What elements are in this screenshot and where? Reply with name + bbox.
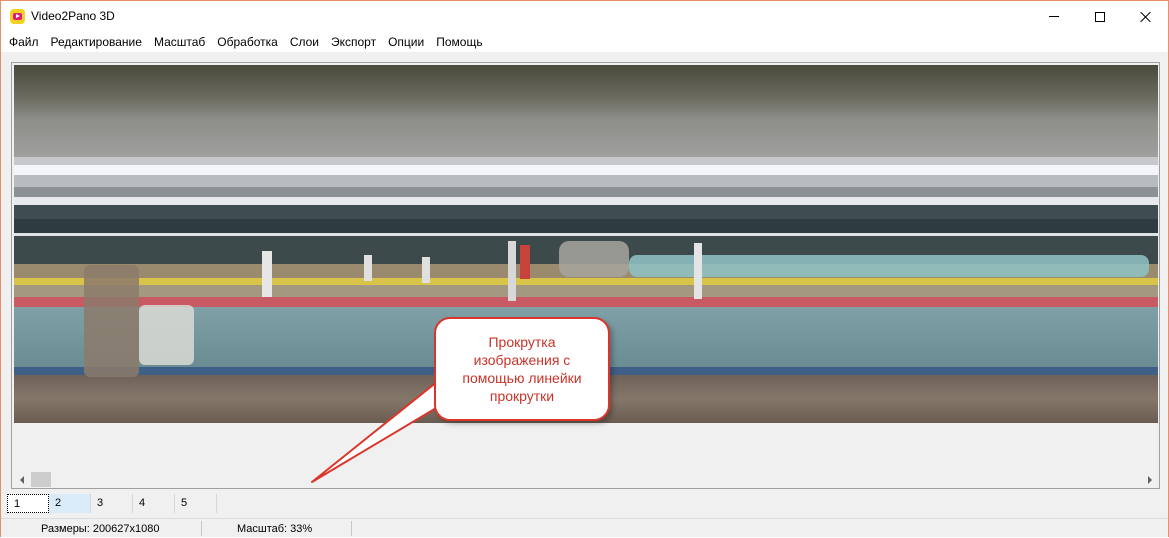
callout-text: Прокрутка изображения с помощью линейки …	[462, 334, 582, 404]
menu-export[interactable]: Экспорт	[325, 32, 382, 52]
status-image-size: Размеры: 200627x1080	[41, 523, 160, 535]
annotation-callout: Прокрутка изображения с помощью линейки …	[434, 317, 610, 421]
menu-file[interactable]: Файл	[3, 32, 45, 52]
menu-bar: Файл Редактирование Масштаб Обработка Сл…	[1, 32, 1168, 52]
menu-help[interactable]: Помощь	[430, 32, 488, 52]
menu-zoom[interactable]: Масштаб	[148, 32, 211, 52]
menu-edit[interactable]: Редактирование	[45, 32, 148, 52]
minimize-button[interactable]	[1031, 1, 1077, 32]
menu-options[interactable]: Опции	[382, 32, 430, 52]
status-bar: Размеры: 200627x1080 Масштаб: 33%	[1, 518, 1168, 537]
layer-tab-5[interactable]: 5	[175, 494, 217, 513]
layer-tab-1[interactable]: 1	[7, 494, 49, 513]
close-button[interactable]	[1123, 1, 1169, 32]
maximize-icon	[1095, 11, 1105, 22]
app-window: Video2Pano 3D Файл Редактирование Масшта…	[0, 0, 1169, 537]
maximize-button[interactable]	[1077, 1, 1123, 32]
scroll-right-button[interactable]	[1141, 471, 1158, 488]
chevron-left-icon	[19, 475, 24, 484]
panorama-viewport[interactable]	[11, 62, 1160, 489]
layer-tab-4[interactable]: 4	[133, 494, 175, 513]
video2pano-app-icon[interactable]	[10, 9, 25, 24]
scroll-left-button[interactable]	[13, 471, 30, 488]
horizontal-scrollbar[interactable]	[13, 471, 1158, 488]
scrollbar-thumb[interactable]	[31, 472, 51, 487]
layer-tabs: 1 2 3 4 5	[7, 494, 217, 513]
chevron-right-icon	[1147, 475, 1152, 484]
close-icon	[1140, 11, 1152, 23]
status-zoom-level: Масштаб: 33%	[237, 523, 313, 535]
menu-layers[interactable]: Слои	[284, 32, 325, 52]
title-bar[interactable]: Video2Pano 3D	[1, 1, 1168, 32]
layer-tab-3[interactable]: 3	[91, 494, 133, 513]
window-title: Video2Pano 3D	[31, 9, 115, 23]
status-separator	[201, 521, 202, 536]
menu-processing[interactable]: Обработка	[211, 32, 284, 52]
layer-tab-2[interactable]: 2	[49, 494, 91, 513]
status-separator	[351, 521, 352, 536]
minimize-icon	[1049, 16, 1059, 17]
